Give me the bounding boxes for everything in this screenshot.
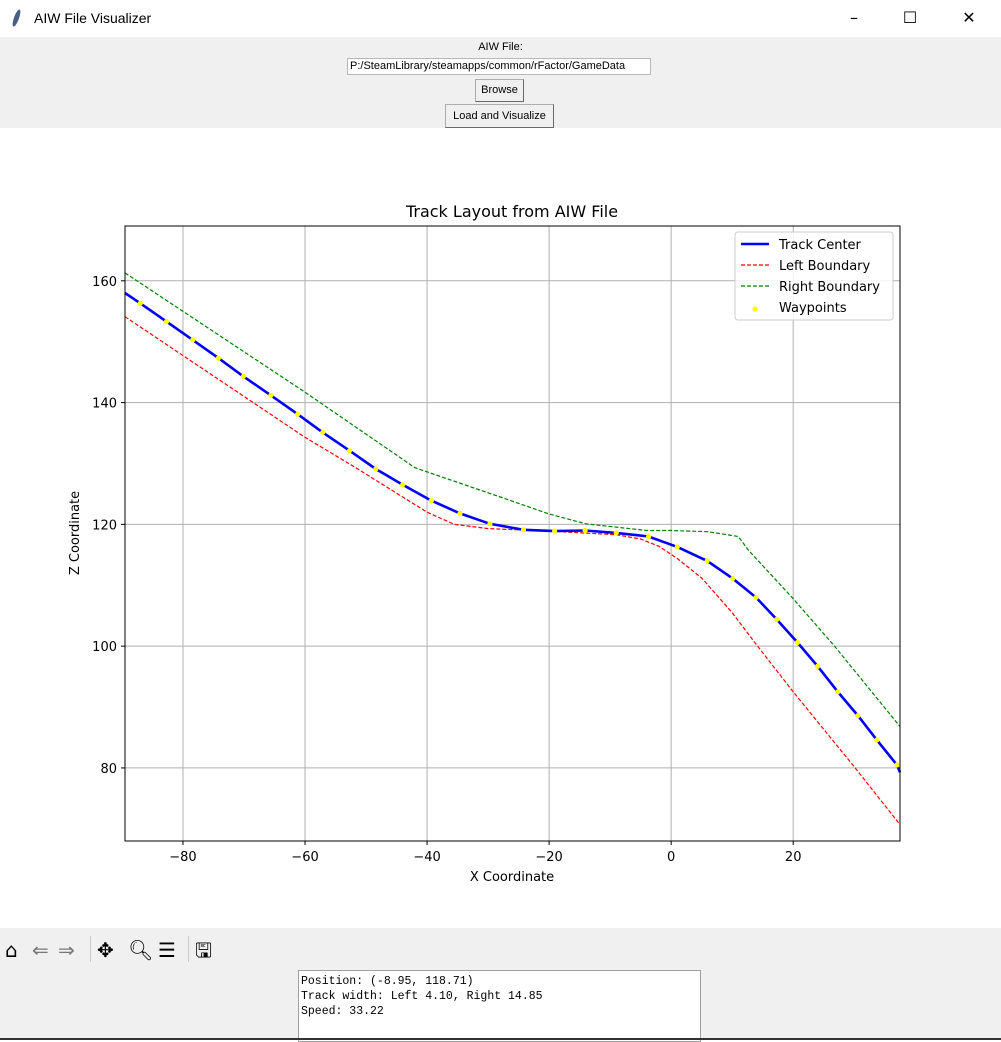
pan-icon[interactable]: ✥ xyxy=(97,938,114,962)
waypoint-marker xyxy=(613,530,619,536)
waypoint-marker xyxy=(428,498,434,504)
waypoint-marker xyxy=(794,639,801,646)
y-tick-label: 100 xyxy=(92,640,117,655)
y-axis-label: Z Coordinate xyxy=(68,491,83,575)
track-width-text: Track width: Left 4.10, Right 14.85 xyxy=(301,990,543,1003)
toolbar-divider xyxy=(188,936,189,962)
waypoint-marker xyxy=(215,355,221,361)
track-chart[interactable]: Track Layout from AIW File X Coordinate … xyxy=(0,128,1001,928)
waypoint-marker xyxy=(730,575,736,582)
waypoint-marker xyxy=(487,521,493,527)
legend-label: Left Boundary xyxy=(779,259,871,274)
y-tick-label: 80 xyxy=(100,762,117,777)
right-boundary-line xyxy=(124,272,901,727)
file-controls: AIW File: P:/SteamLibrary/steamapps/comm… xyxy=(0,37,1001,128)
waypoint-info-box: Position: (-8.95, 118.71) Track width: L… xyxy=(298,970,701,1042)
speed-text: Speed: 33.22 xyxy=(301,1005,384,1018)
waypoint-marker xyxy=(774,616,780,622)
waypoint-marker xyxy=(137,300,143,306)
save-icon[interactable]: 🖫 xyxy=(195,938,212,962)
legend-label: Right Boundary xyxy=(779,280,880,295)
waypoint-marker xyxy=(400,482,406,488)
chart-title: Track Layout from AIW File xyxy=(405,202,618,221)
waypoint-marker xyxy=(894,762,900,768)
window-title: AIW File Visualizer xyxy=(34,10,152,26)
file-label: AIW File: xyxy=(478,41,523,53)
legend-marker xyxy=(752,306,758,312)
x-axis-label: X Coordinate xyxy=(470,870,554,885)
feather-app-icon xyxy=(11,8,22,28)
waypoint-marker xyxy=(874,737,880,743)
waypoint-marker xyxy=(457,510,463,517)
waypoint-marker xyxy=(645,533,652,540)
x-tick-label: 0 xyxy=(667,850,675,865)
x-tick-label: −80 xyxy=(169,850,196,865)
x-tick-label: 20 xyxy=(785,850,802,865)
toolbar-divider xyxy=(90,936,91,962)
legend-label: Track Center xyxy=(778,238,862,253)
waypoint-marker xyxy=(674,544,680,550)
waypoint-marker xyxy=(582,527,588,534)
configure-subplots-icon[interactable]: ☰ xyxy=(158,938,176,962)
y-tick-label: 140 xyxy=(92,397,117,412)
waypoint-marker xyxy=(320,429,326,436)
position-text: Position: (-8.95, 118.71) xyxy=(301,975,474,988)
waypoint-marker xyxy=(346,448,353,454)
file-path-input[interactable]: P:/SteamLibrary/steamapps/common/rFactor… xyxy=(347,58,651,75)
legend-label: Waypoints xyxy=(779,301,847,316)
y-tick-label: 160 xyxy=(92,275,117,290)
home-icon[interactable]: ⌂ xyxy=(5,938,18,962)
load-visualize-button[interactable]: Load and Visualize xyxy=(445,104,554,128)
waypoint-marker xyxy=(704,558,710,564)
waypoint-marker xyxy=(190,337,196,343)
waypoint-marker xyxy=(163,318,170,325)
y-tick-label: 120 xyxy=(92,518,117,533)
title-bar: AIW File Visualizer – ☐ ✕ xyxy=(0,0,1001,37)
maximize-button[interactable]: ☐ xyxy=(887,6,933,30)
back-icon[interactable]: ⇐ xyxy=(32,938,49,962)
x-tick-label: −60 xyxy=(291,850,318,865)
waypoint-marker xyxy=(240,373,246,380)
x-tick-label: −40 xyxy=(413,850,440,865)
waypoint-marker xyxy=(855,712,861,719)
minimize-button[interactable]: – xyxy=(831,6,877,30)
track-center-line xyxy=(124,291,902,773)
x-tick-label: −20 xyxy=(535,850,562,865)
waypoint-marker xyxy=(520,527,527,533)
forward-icon[interactable]: ⇒ xyxy=(58,938,75,962)
waypoint-marker xyxy=(268,392,274,398)
waypoint-marker xyxy=(835,689,841,695)
browse-button[interactable]: Browse xyxy=(475,79,524,102)
waypoint-marker xyxy=(295,411,301,417)
zoom-icon[interactable]: 🔍︎ xyxy=(128,938,153,962)
close-button[interactable]: ✕ xyxy=(946,6,992,30)
waypoint-marker xyxy=(815,663,821,669)
waypoint-marker xyxy=(753,594,759,601)
waypoint-marker xyxy=(373,466,379,472)
left-boundary-line xyxy=(124,316,901,825)
waypoint-marker xyxy=(552,528,558,534)
